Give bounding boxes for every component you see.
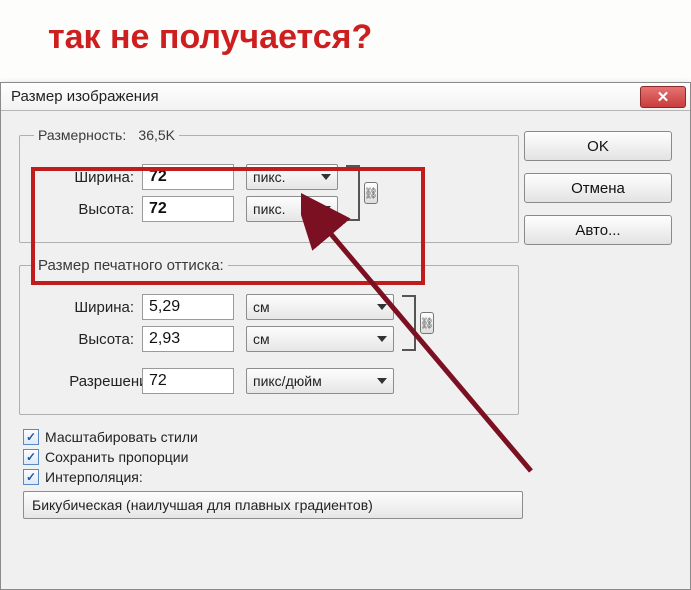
px-height-input[interactable] — [142, 196, 234, 222]
dialog-window: Размер изображения ✕ OK Отмена Авто... Р… — [0, 82, 691, 590]
print-dimensions-legend: Размер печатного оттиска: — [34, 257, 228, 274]
print-height-label: Высота: — [34, 331, 134, 348]
resample-checkbox-row[interactable]: ✓ Интерполяция: — [23, 469, 672, 485]
ok-button[interactable]: OK — [524, 131, 672, 161]
cancel-button[interactable]: Отмена — [524, 173, 672, 203]
pixel-dimensions-group: Размерность: 36,5K Ширина: пикс. Высота: — [19, 127, 519, 243]
px-height-label: Высота: — [34, 201, 134, 218]
resolution-unit-select[interactable]: пикс/дюйм — [246, 368, 394, 394]
caret-down-icon — [377, 378, 387, 384]
checkbox-checked-icon: ✓ — [23, 429, 39, 445]
px-width-label: Ширина: — [34, 169, 134, 186]
close-button[interactable]: ✕ — [640, 86, 686, 108]
dialog-body: OK Отмена Авто... Размерность: 36,5K Шир… — [1, 111, 690, 589]
resample-method-value: Бикубическая (наилучшая для плавных град… — [32, 497, 373, 513]
caret-down-icon — [321, 206, 331, 212]
px-width-input[interactable] — [142, 164, 234, 190]
auto-button[interactable]: Авто... — [524, 215, 672, 245]
pixel-legend-value: 36,5K — [138, 127, 175, 143]
resample-method-select[interactable]: Бикубическая (наилучшая для плавных град… — [23, 491, 523, 519]
print-width-input[interactable] — [142, 294, 234, 320]
print-dimensions-group: Размер печатного оттиска: Ширина: см Выс… — [19, 257, 519, 415]
px-height-unit-select[interactable]: пикс. — [246, 196, 338, 222]
resolution-input[interactable] — [142, 368, 234, 394]
caret-down-icon — [377, 336, 387, 342]
pixel-legend-label: Размерность: — [38, 127, 126, 143]
annotation-text: так не получается? — [48, 18, 372, 57]
titlebar: Размер изображения ✕ — [1, 83, 690, 111]
constrain-label: Сохранить пропорции — [45, 449, 188, 465]
checkbox-checked-icon: ✓ — [23, 449, 39, 465]
caret-down-icon — [377, 304, 387, 310]
resolution-unit-value: пикс/дюйм — [253, 373, 322, 389]
scale-styles-checkbox-row[interactable]: ✓ Масштабировать стили — [23, 429, 672, 445]
pixel-dimensions-legend: Размерность: 36,5K — [34, 127, 179, 144]
px-height-unit-value: пикс. — [253, 201, 286, 217]
caret-down-icon — [321, 174, 331, 180]
print-width-label: Ширина: — [34, 299, 134, 316]
px-width-unit-select[interactable]: пикс. — [246, 164, 338, 190]
checkbox-checked-icon: ✓ — [23, 469, 39, 485]
print-height-unit-value: см — [253, 331, 270, 347]
print-width-unit-select[interactable]: см — [246, 294, 394, 320]
constrain-proportions-checkbox-row[interactable]: ✓ Сохранить пропорции — [23, 449, 672, 465]
window-title: Размер изображения — [11, 88, 159, 105]
side-buttons: OK Отмена Авто... — [524, 131, 672, 245]
print-width-unit-value: см — [253, 299, 270, 315]
resample-label: Интерполяция: — [45, 469, 143, 485]
link-bracket-icon: ⛓ — [402, 295, 416, 351]
px-width-unit-value: пикс. — [253, 169, 286, 185]
chain-link-icon[interactable]: ⛓ — [420, 312, 434, 334]
scale-styles-label: Масштабировать стили — [45, 429, 198, 445]
link-bracket-icon: ⛓ — [346, 165, 360, 221]
chain-link-icon[interactable]: ⛓ — [364, 182, 378, 204]
print-height-input[interactable] — [142, 326, 234, 352]
print-height-unit-select[interactable]: см — [246, 326, 394, 352]
